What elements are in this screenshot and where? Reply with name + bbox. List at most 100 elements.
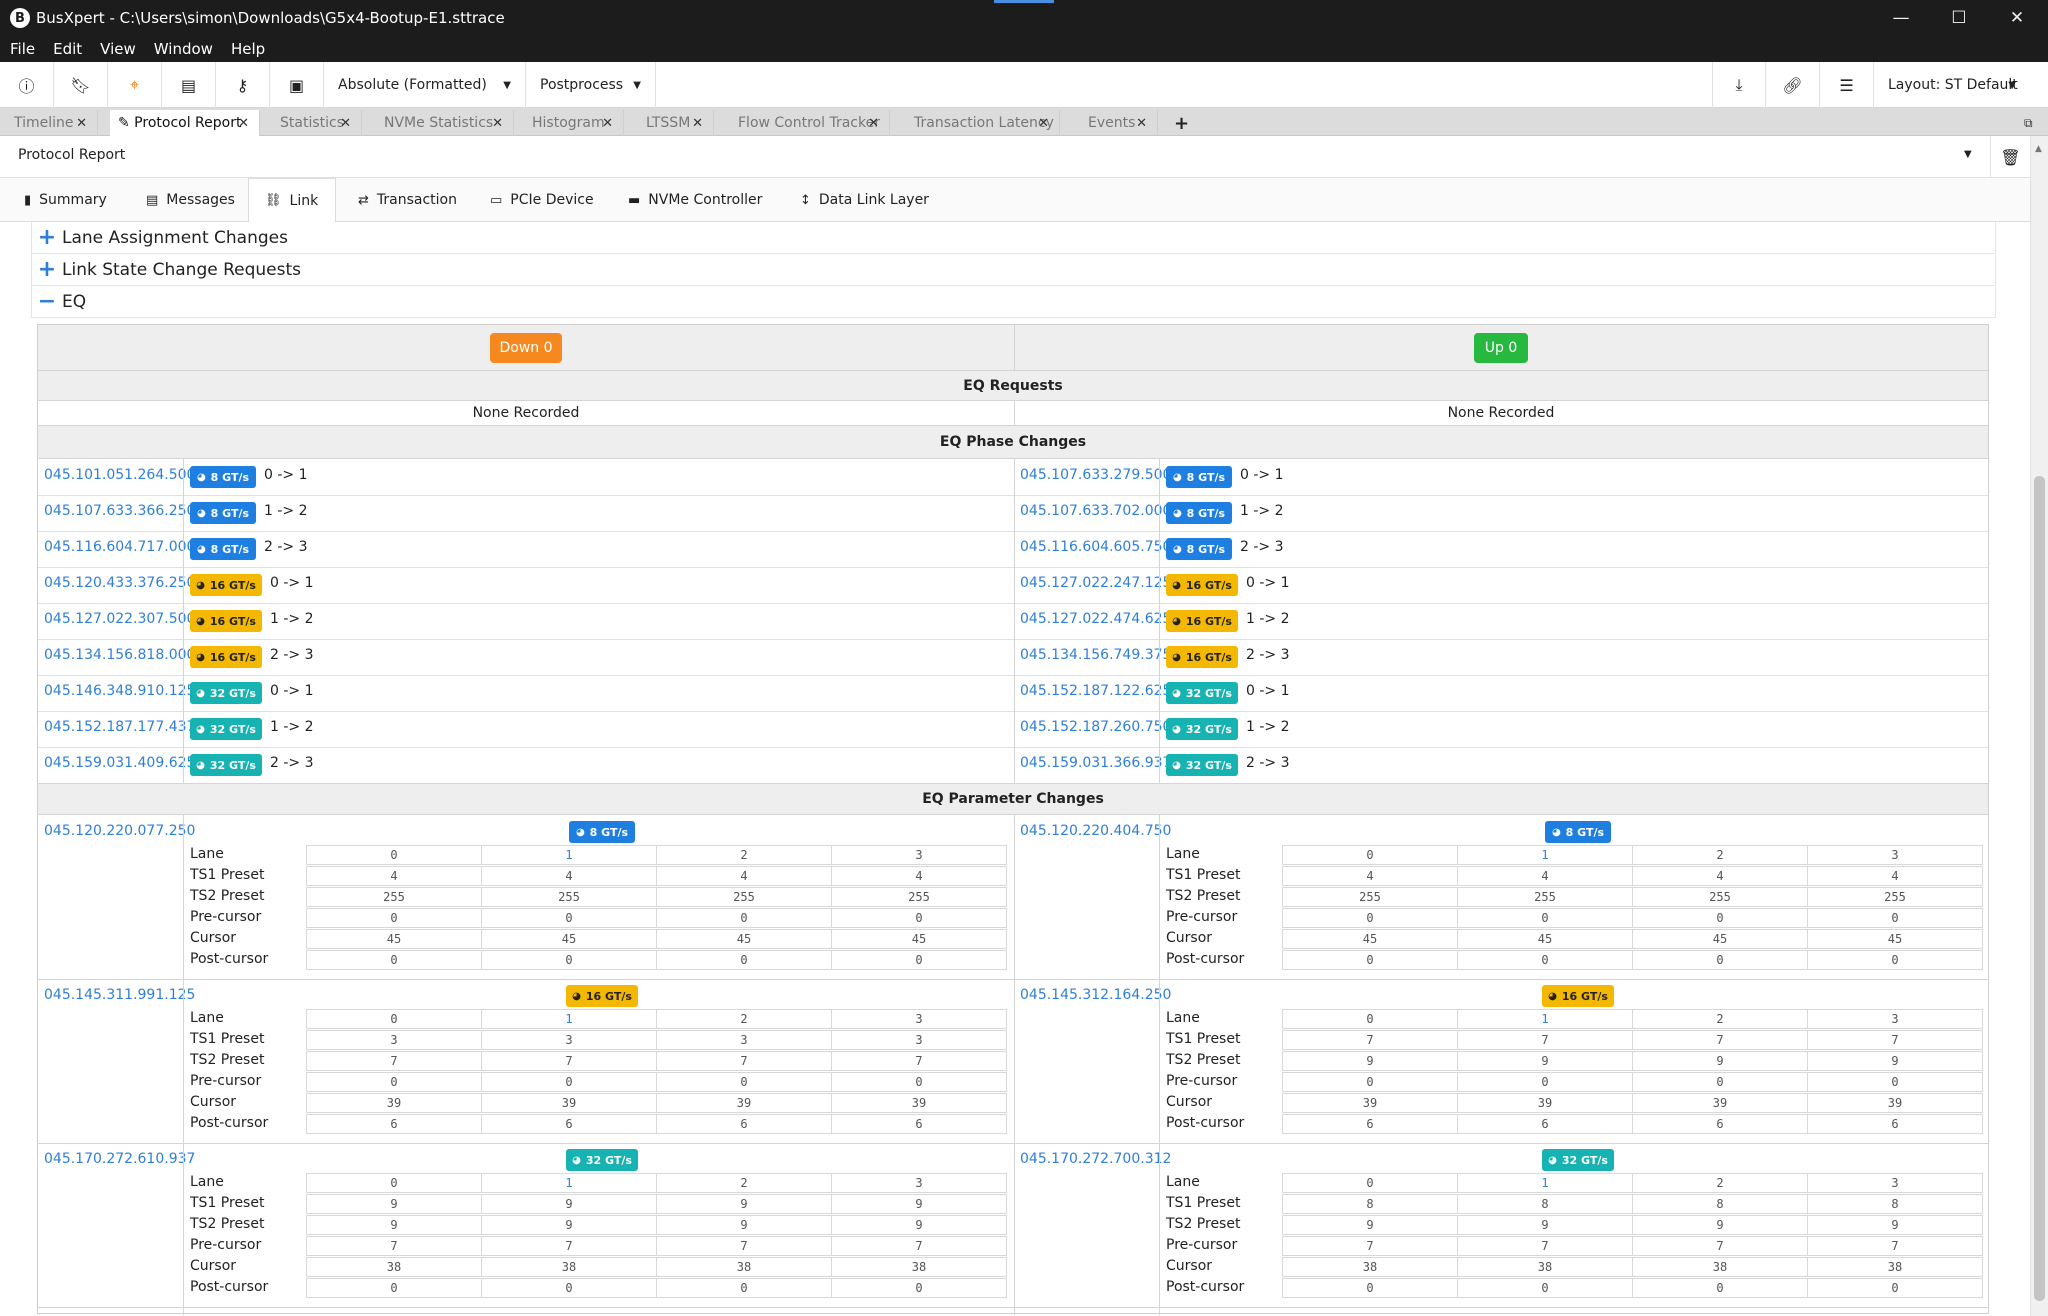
phase-timestamp-link[interactable]: 045.152.187.122.625 [1020,683,1171,699]
phase-timestamp-link[interactable]: 045.107.633.702.000 [1020,503,1171,519]
close-tab-icon[interactable]: ✕ [1038,116,1049,131]
maximize-icon[interactable]: ☐ [1930,0,1988,36]
vertical-scrollbar[interactable]: ▲ [2030,136,2048,1316]
close-tab-icon[interactable]: ✕ [340,116,351,131]
phase-timestamp-link[interactable]: 045.127.022.247.125 [1020,575,1171,591]
phase-transition: 1 -> 2 [270,719,314,735]
tab-transaction-latency[interactable]: Transaction Latency ✕ [906,110,1060,136]
expand-icon[interactable]: + [32,225,62,250]
expand-icon[interactable]: + [32,257,62,282]
tab-label: Events [1088,115,1136,131]
tab-timeline[interactable]: Timeline ✕ [6,110,98,136]
param-cell: 0 [306,1072,482,1092]
tab-nvme-controller[interactable]: ▬ NVMe Controller [618,178,782,222]
param-row-label: Pre-cursor [1166,909,1238,925]
download-icon[interactable]: ⤓ [1712,62,1766,108]
phase-timestamp-link[interactable]: 045.116.604.717.000 [44,539,195,555]
tab-data-link-layer[interactable]: ↕ Data Link Layer [790,178,940,222]
tab-protocol-report[interactable]: ✎ Protocol Report ✕ [110,110,260,136]
param-cell: 7 [656,1236,832,1256]
close-tab-icon[interactable]: ✕ [692,116,703,131]
close-tab-icon[interactable]: ✕ [1136,116,1147,131]
archive-icon[interactable]: ▤ [162,62,216,108]
key-icon[interactable]: ⚷ [216,62,270,108]
menu-file[interactable]: File [0,40,43,58]
down-direction-button[interactable]: Down 0 [490,333,562,363]
phase-timestamp-link[interactable]: 045.120.433.376.250 [44,575,195,591]
phase-timestamp-link[interactable]: 045.116.604.605.750 [1020,539,1171,555]
phase-timestamp-link[interactable]: 045.152.187.177.437 [44,719,195,735]
close-window-icon[interactable]: ✕ [1988,0,2046,36]
collapse-icon[interactable]: − [32,289,62,314]
menu-window[interactable]: Window [144,40,221,58]
tab-transaction[interactable]: ⇄ Transaction [348,178,478,222]
postprocess-dropdown[interactable]: Postprocess ▼ [526,62,656,108]
scroll-up-icon[interactable]: ▲ [2035,144,2042,154]
tab-link[interactable]: ⛓ Link [248,178,336,223]
section-link-state-change-requests[interactable]: + Link State Change Requests [31,254,1996,286]
bookmark-icon[interactable]: 🔖︎ [54,62,108,108]
param-timestamp-link[interactable]: 045.120.220.404.750 [1020,823,1171,839]
tab-messages[interactable]: ▤ Messages [136,178,248,222]
tab-flow-control-tracker[interactable]: Flow Control Tracker ✕ [730,110,890,136]
restore-panel-icon[interactable]: ⧉ [2016,110,2044,136]
phase-timestamp-link[interactable]: 045.159.031.409.625 [44,755,195,771]
tab-summary[interactable]: ▮ Summary [14,178,120,222]
param-cell: 45 [1807,929,1983,949]
info-icon[interactable]: ⓘ [0,62,54,108]
minimize-icon[interactable]: — [1872,0,1930,36]
phase-timestamp-link[interactable]: 045.127.022.474.625 [1020,611,1171,627]
tab-ltssm[interactable]: LTSSM ✕ [638,110,714,136]
report-header: Protocol Report ▼ 🗑︎ [0,136,2048,178]
close-tab-icon[interactable]: ✕ [492,116,503,131]
param-cell: 6 [1457,1114,1633,1134]
timestamp-format-dropdown[interactable]: Absolute (Formatted) ▼ [324,62,526,108]
phase-timestamp-link[interactable]: 045.107.633.279.500 [1020,467,1171,483]
section-eq[interactable]: − EQ [31,286,1996,318]
add-tab-icon[interactable]: + [1166,110,1196,136]
param-cell: 9 [831,1194,1007,1214]
param-cell: 0 [481,950,657,970]
tab-histogram[interactable]: Histogram ✕ [524,110,624,136]
phase-timestamp-link[interactable]: 045.134.156.749.375 [1020,647,1171,663]
block-divider [38,1143,1014,1144]
up-direction-button[interactable]: Up 0 [1474,333,1528,363]
param-timestamp-link[interactable]: 045.120.220.077.250 [44,823,195,839]
section-lane-assignment-changes[interactable]: + Lane Assignment Changes [31,222,1996,254]
param-cell: 3 [306,1030,482,1050]
layout-dropdown[interactable]: Layout: ST Default ▼ [1874,62,2030,108]
row-divider [38,711,1014,712]
menu-edit[interactable]: Edit [43,40,90,58]
close-tab-icon[interactable]: ✕ [76,116,87,131]
param-timestamp-link[interactable]: 045.170.272.610.937 [44,1151,195,1167]
phase-timestamp-link[interactable]: 045.134.156.818.000 [44,647,195,663]
phase-timestamp-link[interactable]: 045.107.633.366.250 [44,503,195,519]
phase-timestamp-link[interactable]: 045.101.051.264.500 [44,467,195,483]
crosshair-icon[interactable]: ⌖ [108,62,162,108]
phase-timestamp-link[interactable]: 045.159.031.366.937 [1020,755,1171,771]
chevron-down-icon[interactable]: ▼ [1964,149,1972,160]
list-icon[interactable]: ☰ [1820,62,1874,108]
param-cell: 255 [1632,887,1808,907]
close-tab-icon[interactable]: ✕ [868,116,879,131]
link-icon[interactable]: 🔗︎ [1766,62,1820,108]
phase-timestamp-link[interactable]: 045.127.022.307.500 [44,611,195,627]
close-tab-icon[interactable]: ✕ [602,116,613,131]
param-timestamp-link[interactable]: 045.145.312.164.250 [1020,987,1171,1003]
param-timestamp-link[interactable]: 045.170.272.700.312 [1020,1151,1171,1167]
tab-statistics[interactable]: Statistics ✕ [272,110,362,136]
tab-pcie-device[interactable]: ▭ PCIe Device [480,178,608,222]
speed-label: 32 GT/s [1185,722,1232,736]
trash-icon[interactable]: 🗑︎ [1990,136,2030,178]
scrollbar-thumb[interactable] [2034,476,2045,1301]
phase-timestamp-link[interactable]: 045.146.348.910.125 [44,683,195,699]
menu-help[interactable]: Help [221,40,273,58]
tab-events[interactable]: Events ✕ [1080,110,1158,136]
speed-label: 16 GT/s [585,989,632,1003]
param-timestamp-link[interactable]: 045.145.311.991.125 [44,987,195,1003]
save-icon[interactable]: ▣ [270,62,324,108]
close-tab-icon[interactable]: ✕ [238,116,249,131]
menu-view[interactable]: View [90,40,144,58]
tab-nvme-statistics[interactable]: NVMe Statistics ✕ [376,110,514,136]
phase-timestamp-link[interactable]: 045.152.187.260.750 [1020,719,1171,735]
